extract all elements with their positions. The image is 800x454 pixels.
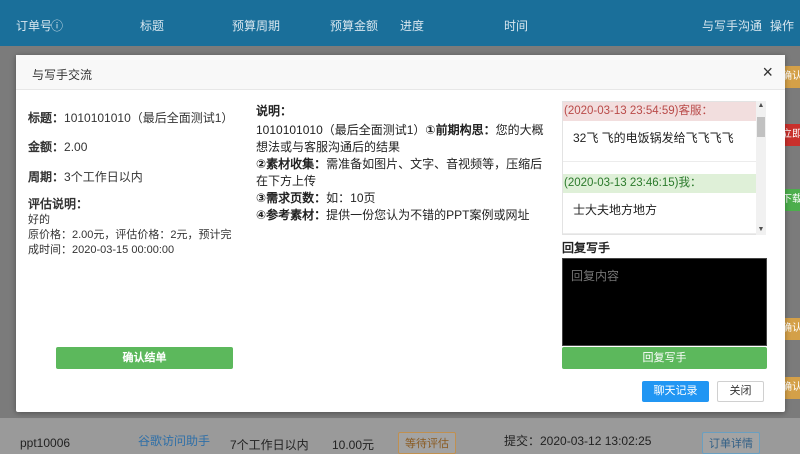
title-value: 1010101010（最后全面测试1） — [64, 111, 234, 125]
item3-text: 如：10页 — [326, 191, 376, 205]
desc-label: 说明： — [256, 104, 293, 118]
message-head-me: (2020-03-13 23:46:15)我： — [563, 174, 764, 193]
item2-label: ②素材收集： — [256, 157, 327, 171]
col-title: 标题 — [140, 19, 165, 33]
desc-text: 1010101010（最后全面测试1）①前期构思：您的大概想法或与客服沟通后的结… — [256, 122, 546, 224]
row-time: 提交：2020-03-12 13:02:25 — [504, 434, 652, 448]
scroll-up-icon[interactable]: ▲ — [756, 101, 766, 111]
amount-field: 金额：2.00 — [28, 138, 87, 155]
col-action: 操作 — [770, 19, 795, 33]
message-head-service: (2020-03-13 23:54:59)客服： — [563, 102, 764, 121]
item4-text: 提供一份您认为不错的PPT案例或网址 — [326, 208, 530, 222]
row-title-link[interactable]: 谷歌访问助手 — [138, 432, 210, 449]
scroll-thumb[interactable] — [757, 117, 765, 137]
eval-detail: 原价格：2.00元，评估价格：2元，预计完成时间：2020-03-15 00:0… — [28, 229, 232, 256]
row-period: 7个工作日以内 — [230, 438, 309, 452]
close-icon[interactable]: × — [762, 63, 773, 81]
col-period: 预算周期 — [232, 19, 281, 33]
col-progress: 进度 — [400, 19, 425, 33]
modal-header: 与写手交流 × — [16, 55, 785, 90]
reply-input[interactable] — [562, 258, 767, 346]
col-amount: 预算金额 — [330, 19, 379, 33]
chat-scrollbar[interactable]: ▲ ▼ — [756, 101, 766, 235]
item3-label: ③需求页数： — [256, 191, 327, 205]
modal-title: 与写手交流 — [32, 68, 93, 82]
description-section: 说明： 1010101010（最后全面测试1）①前期构思：您的大概想法或与客服沟… — [256, 103, 546, 224]
period-label: 周期： — [28, 170, 65, 184]
message-gap — [563, 162, 764, 174]
amount-label: 金额： — [28, 140, 65, 154]
col-time: 时间 — [504, 19, 529, 33]
col-chat: 与写手沟通 — [702, 19, 763, 33]
amount-value: 2.00 — [64, 140, 88, 154]
order-detail-button[interactable]: 订单详情 — [702, 432, 760, 454]
period-value: 3个工作日以内 — [64, 170, 143, 184]
close-button[interactable]: 关闭 — [717, 381, 764, 402]
eval-text-block: 好的 原价格：2.00元，评估价格：2元，预计完成时间：2020-03-15 0… — [28, 213, 238, 258]
eval-label: 评估说明： — [28, 197, 89, 211]
item1-label: ①前期构思： — [425, 123, 496, 137]
chat-history-button[interactable]: 聊天记录 — [642, 381, 709, 402]
message-body-me: 士大夫地方地方 — [563, 193, 764, 234]
col-order-no: 订单号 — [16, 19, 53, 33]
scroll-down-icon[interactable]: ▼ — [756, 225, 766, 235]
confirm-order-button[interactable]: 确认结单 — [56, 347, 233, 369]
item4-label: ④参考素材： — [256, 208, 327, 222]
reply-writer-button[interactable]: 回复写手 — [562, 347, 767, 369]
message-body-service: 32飞 飞的电饭锅发给飞飞飞飞 — [563, 121, 764, 162]
help-icon: ⓘ — [51, 19, 64, 33]
period-field: 周期：3个工作日以内 — [28, 168, 143, 185]
title-label: 标题： — [28, 111, 65, 125]
row-status-badge: 等待评估 — [398, 432, 456, 454]
desc-intro: 1010101010（最后全面测试1） — [256, 123, 426, 137]
row-amount: 10.00元 — [332, 438, 375, 452]
title-field: 标题：1010101010（最后全面测试1） — [28, 109, 233, 126]
chat-history[interactable]: (2020-03-13 23:54:59)客服： 32飞 飞的电饭锅发给飞飞飞飞… — [562, 101, 765, 235]
reply-label: 回复写手 — [562, 241, 611, 255]
eval-text: 好的 — [28, 214, 50, 226]
row-order-no: ppt10006 — [20, 436, 71, 450]
chat-modal: 与写手交流 × 标题：1010101010（最后全面测试1） 金额：2.00 周… — [16, 55, 785, 412]
